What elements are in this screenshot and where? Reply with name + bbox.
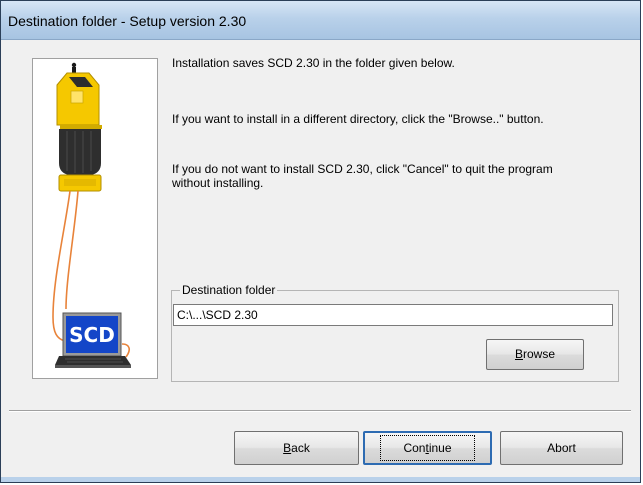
laser-scanner-icon xyxy=(56,62,102,192)
destination-path-field[interactable] xyxy=(173,304,613,326)
title-bar[interactable]: Destination folder - Setup version 2.30 xyxy=(1,1,640,40)
browse-button-label: Browse xyxy=(514,347,556,361)
back-button-label: Back xyxy=(283,441,310,455)
footer-separator xyxy=(9,410,631,412)
scanner-laptop-illustration: SCD xyxy=(52,62,131,368)
destination-folder-label: Destination folder xyxy=(180,283,278,297)
laptop-icon: SCD xyxy=(55,312,131,368)
window-bottom-border xyxy=(1,477,640,482)
abort-button-label: Abort xyxy=(547,441,576,455)
browse-instruction-text: If you want to install in a different di… xyxy=(172,112,544,126)
continue-button[interactable]: Continue xyxy=(363,431,492,465)
abort-button[interactable]: Abort xyxy=(500,431,623,465)
browse-button[interactable]: Browse xyxy=(486,339,584,370)
setup-dialog-window: Destination folder - Setup version 2.30 xyxy=(0,0,641,483)
illustration-panel: SCD xyxy=(32,58,158,379)
continue-button-label: Continue xyxy=(380,435,475,461)
window-title: Destination folder - Setup version 2.30 xyxy=(8,13,247,29)
cancel-instruction-text: If you do not want to install SCD 2.30, … xyxy=(172,162,553,190)
dialog-body: SCD Installation saves SCD 2.30 in the f… xyxy=(9,41,632,477)
install-info-text: Installation saves SCD 2.30 in the folde… xyxy=(172,56,455,70)
laptop-screen-label: SCD xyxy=(69,323,115,347)
back-button[interactable]: Back xyxy=(234,431,359,465)
